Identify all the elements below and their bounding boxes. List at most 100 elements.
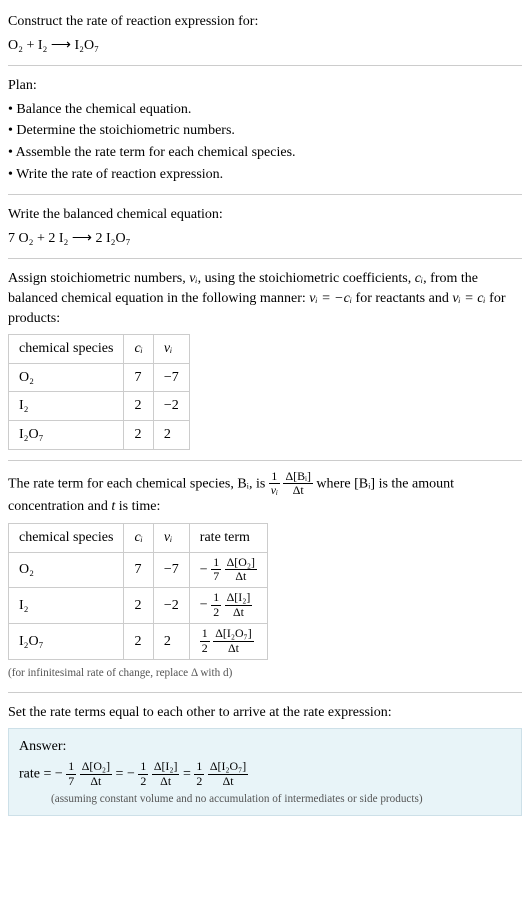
plan-item: • Write the rate of reaction expression. [8, 165, 522, 185]
prompt-equation: O₂ + I₂ ⟶ I₂O₇ [8, 36, 522, 56]
equals: = [183, 766, 194, 781]
cell-species: I₂ [9, 588, 124, 624]
divider [8, 258, 522, 259]
frac-den: 2 [138, 775, 148, 788]
delta-frac: Δ[I₂O₇]Δt [208, 761, 248, 788]
sign: − [200, 562, 208, 577]
frac-den: Δt [213, 642, 253, 655]
frac-den: Δt [208, 775, 248, 788]
cell-nu: −7 [153, 552, 189, 588]
rate-label: rate = [19, 766, 55, 781]
frac-den: νᵢ [269, 484, 280, 497]
cell-species: O₂ [9, 363, 124, 392]
stoich-heading: Assign stoichiometric numbers, νᵢ, using… [8, 269, 522, 328]
cell-c: 7 [124, 363, 153, 392]
col-nu: νᵢ [153, 335, 189, 364]
col-rateterm: rate term [189, 523, 267, 552]
delta-frac: Δ[O₂]Δt [225, 557, 257, 584]
col-species: chemical species [9, 335, 124, 364]
coef-frac: 12 [138, 761, 148, 788]
table-row: O₂ 7 −7 [9, 363, 190, 392]
cell-nu: −7 [153, 363, 189, 392]
stoich-table: chemical species cᵢ νᵢ O₂ 7 −7 I₂ 2 −2 I… [8, 334, 190, 449]
cell-species: I₂O₇ [9, 624, 124, 660]
frac-den: 2 [200, 642, 210, 655]
frac-den: 7 [66, 775, 76, 788]
final-heading: Set the rate terms equal to each other t… [8, 703, 522, 723]
col-c: cᵢ [124, 523, 153, 552]
plan-heading: Plan: [8, 76, 522, 96]
cell-rateterm: − 17 Δ[O₂]Δt [189, 552, 267, 588]
frac-den: 7 [211, 570, 221, 583]
cell-species: I₂O₇ [9, 420, 124, 449]
cell-rateterm: − 12 Δ[I₂]Δt [189, 588, 267, 624]
text: Assign stoichiometric numbers, [8, 271, 189, 286]
table-row: I₂O₇ 2 2 12 Δ[I₂O₇]Δt [9, 624, 268, 660]
text: for reactants and [352, 291, 452, 306]
frac-num: 1 [269, 471, 280, 485]
table-row: O₂ 7 −7 − 17 Δ[O₂]Δt [9, 552, 268, 588]
infinitesimal-note: (for infinitesimal rate of change, repla… [8, 666, 522, 682]
delta-frac: Δ[I₂O₇]Δt [213, 628, 253, 655]
text: is time: [115, 499, 160, 514]
coef-frac: 17 [211, 557, 221, 584]
plan-item: • Determine the stoichiometric numbers. [8, 121, 522, 141]
frac-num: Δ[I₂] [225, 592, 253, 606]
cell-c: 2 [124, 420, 153, 449]
text: , using the stoichiometric coefficients, [198, 271, 415, 286]
text: The rate term for each chemical species,… [8, 476, 269, 491]
frac-num: 1 [66, 761, 76, 775]
rateterm-heading: The rate term for each chemical species,… [8, 471, 522, 517]
delta-frac: Δ[I₂]Δt [225, 592, 253, 619]
plan-item: • Assemble the rate term for each chemic… [8, 143, 522, 163]
cell-nu: −2 [153, 392, 189, 421]
sign: − [55, 766, 63, 781]
cell-species: O₂ [9, 552, 124, 588]
frac-num: Δ[Bᵢ] [283, 471, 312, 485]
cell-species: I₂ [9, 392, 124, 421]
answer-label: Answer: [19, 737, 511, 757]
rateterm-table: chemical species cᵢ νᵢ rate term O₂ 7 −7… [8, 523, 268, 660]
table-row: I₂ 2 −2 [9, 392, 190, 421]
frac-one-over-nu: 1νᵢ [269, 471, 280, 498]
divider [8, 194, 522, 195]
table-row: I₂ 2 −2 − 12 Δ[I₂]Δt [9, 588, 268, 624]
frac-den: Δt [283, 484, 312, 497]
table-row: I₂O₇ 2 2 [9, 420, 190, 449]
frac-num: 1 [138, 761, 148, 775]
coef-frac: 12 [211, 592, 221, 619]
relation-reactants: νᵢ = −cᵢ [309, 291, 352, 306]
coef-frac: 12 [194, 761, 204, 788]
frac-den: Δt [225, 570, 257, 583]
rate-expression: rate = − 17 Δ[O₂]Δt = − 12 Δ[I₂]Δt = 12 … [19, 761, 511, 788]
plan-item: • Balance the chemical equation. [8, 100, 522, 120]
frac-num: Δ[I₂O₇] [208, 761, 248, 775]
plan-item-text: Balance the chemical equation. [16, 102, 191, 117]
plan-item-text: Determine the stoichiometric numbers. [16, 123, 235, 138]
cell-c: 2 [124, 588, 153, 624]
sign: − [200, 598, 208, 613]
equals: = [116, 766, 127, 781]
frac-num: Δ[I₂O₇] [213, 628, 253, 642]
frac-num: 1 [194, 761, 204, 775]
divider [8, 65, 522, 66]
c-i: cᵢ [415, 271, 423, 286]
frac-delta-b-over-t: Δ[Bᵢ]Δt [283, 471, 312, 498]
frac-den: 2 [194, 775, 204, 788]
balanced-equation: 7 O₂ + 2 I₂ ⟶ 2 I₂O₇ [8, 229, 522, 249]
cell-c: 2 [124, 624, 153, 660]
frac-num: 1 [211, 592, 221, 606]
delta-frac: Δ[I₂]Δt [152, 761, 180, 788]
coef-frac: 12 [200, 628, 210, 655]
frac-num: Δ[O₂] [80, 761, 112, 775]
prompt-heading: Construct the rate of reaction expressio… [8, 12, 522, 32]
cell-c: 2 [124, 392, 153, 421]
frac-num: Δ[O₂] [225, 557, 257, 571]
table-header-row: chemical species cᵢ νᵢ rate term [9, 523, 268, 552]
col-c: cᵢ [124, 335, 153, 364]
frac-num: 1 [200, 628, 210, 642]
delta-frac: Δ[O₂]Δt [80, 761, 112, 788]
coef-frac: 17 [66, 761, 76, 788]
frac-den: Δt [225, 606, 253, 619]
frac-den: Δt [80, 775, 112, 788]
